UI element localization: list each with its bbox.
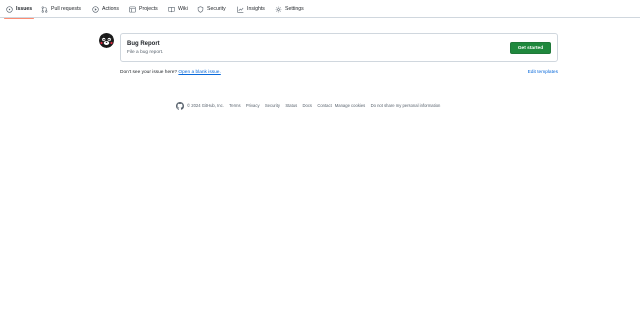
- shield-icon: [197, 5, 204, 13]
- avatar[interactable]: [99, 33, 114, 48]
- tab-projects-label: Projects: [139, 6, 158, 12]
- tab-wiki[interactable]: Wiki: [168, 0, 188, 18]
- gear-icon: [275, 6, 282, 12]
- table-icon: [129, 6, 136, 12]
- tab-settings[interactable]: Settings: [275, 0, 304, 18]
- tab-projects[interactable]: Projects: [129, 0, 158, 18]
- tab-issues-label: Issues: [16, 6, 33, 12]
- tab-security[interactable]: Security: [197, 0, 226, 18]
- template-title: Bug Report: [127, 41, 160, 47]
- github-mark-icon[interactable]: [176, 101, 184, 110]
- footer-link-terms[interactable]: Terms: [229, 103, 240, 108]
- get-started-button[interactable]: Get started: [510, 42, 551, 54]
- tab-insights-label: Insights: [247, 6, 265, 12]
- tab-issues[interactable]: Issues: [3, 0, 35, 19]
- tab-insights[interactable]: Insights: [237, 0, 265, 18]
- issue-opened-icon: [6, 5, 13, 13]
- tab-wiki-label: Wiki: [178, 6, 188, 12]
- blank-issue-prompt: Don’t see your issue here?: [120, 70, 178, 75]
- tab-security-label: Security: [207, 6, 226, 12]
- tab-pull-requests[interactable]: Pull requests: [41, 0, 81, 18]
- tab-settings-label: Settings: [285, 6, 304, 12]
- play-icon: [92, 5, 99, 13]
- book-icon: [168, 6, 175, 12]
- blank-issue-row: Don’t see your issue here? Open a blank …: [120, 70, 558, 77]
- graph-icon: [237, 6, 244, 13]
- issue-template-card: Bug Report File a bug report. Get starte…: [120, 33, 558, 62]
- open-blank-issue-link[interactable]: Open a blank issue.: [178, 70, 220, 75]
- edit-templates-link[interactable]: Edit templates: [528, 70, 558, 75]
- footer-link-privacy[interactable]: Privacy: [246, 103, 260, 108]
- repo-nav: Issues Pull requests Actions Projects Wi…: [0, 0, 640, 19]
- footer-link-do-not-share[interactable]: Do not share my personal information: [371, 103, 441, 108]
- tab-actions-label: Actions: [102, 6, 120, 12]
- tab-actions[interactable]: Actions: [92, 0, 119, 18]
- footer-copyright: © 2024 GitHub, Inc.: [187, 103, 224, 108]
- footer: © 2024 GitHub, Inc. Terms Privacy Securi…: [176, 101, 440, 110]
- bear-avatar-icon: [99, 33, 114, 48]
- footer-link-security[interactable]: Security: [265, 103, 280, 108]
- footer-link-docs[interactable]: Docs: [302, 103, 312, 108]
- footer-link-contact[interactable]: Contact: [317, 103, 331, 108]
- footer-link-manage-cookies[interactable]: Manage cookies: [335, 103, 366, 108]
- tab-pull-requests-label: Pull requests: [51, 6, 81, 12]
- template-description: File a bug report.: [127, 50, 164, 55]
- git-pull-request-icon: [41, 5, 48, 13]
- footer-link-status[interactable]: Status: [285, 103, 297, 108]
